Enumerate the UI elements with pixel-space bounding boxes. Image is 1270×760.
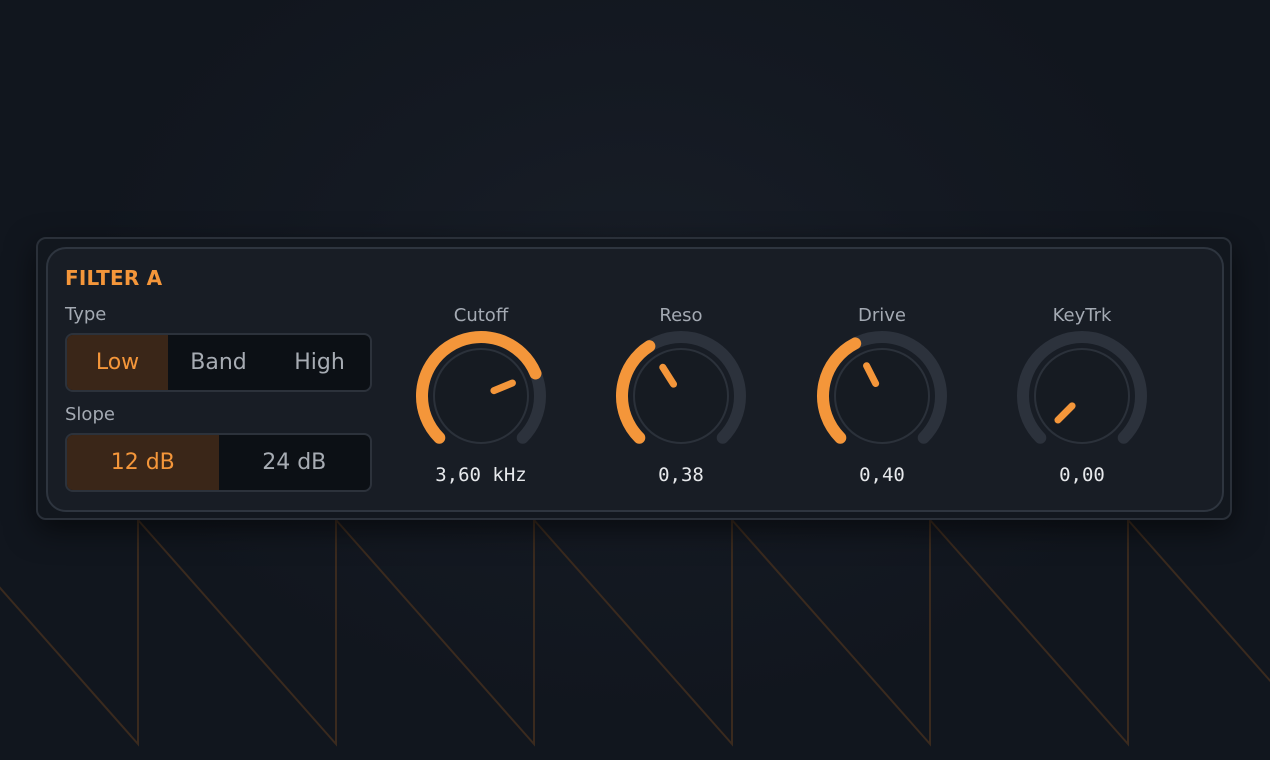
keytrk-value: 0,00 bbox=[1059, 464, 1105, 486]
knob-face bbox=[633, 348, 729, 444]
filter-slope-selector: 12 dB 24 dB bbox=[65, 433, 372, 492]
drive-value: 0,40 bbox=[859, 464, 905, 486]
type-option-band[interactable]: Band bbox=[168, 335, 269, 390]
keytrk-knob[interactable] bbox=[1012, 326, 1152, 466]
knob-face bbox=[834, 348, 930, 444]
slope-option-24db[interactable]: 24 dB bbox=[219, 435, 371, 490]
keytrk-label: KeyTrk bbox=[1052, 305, 1112, 326]
reso-knob[interactable] bbox=[611, 326, 751, 466]
type-label: Type bbox=[65, 304, 107, 325]
reso-value: 0,38 bbox=[658, 464, 704, 486]
knob-face bbox=[433, 348, 529, 444]
type-option-low[interactable]: Low bbox=[67, 335, 168, 390]
drive-knob[interactable] bbox=[812, 326, 952, 466]
module-title: FILTER A bbox=[65, 266, 163, 290]
slope-option-12db[interactable]: 12 dB bbox=[67, 435, 219, 490]
slope-label: Slope bbox=[65, 404, 115, 425]
drive-label: Drive bbox=[858, 305, 906, 326]
cutoff-value: 3,60 kHz bbox=[435, 464, 527, 486]
type-option-high[interactable]: High bbox=[269, 335, 370, 390]
filter-type-selector: Low Band High bbox=[65, 333, 372, 392]
reso-label: Reso bbox=[659, 305, 703, 326]
cutoff-label: Cutoff bbox=[453, 305, 509, 326]
knob-face bbox=[1034, 348, 1130, 444]
cutoff-knob[interactable] bbox=[411, 326, 551, 466]
